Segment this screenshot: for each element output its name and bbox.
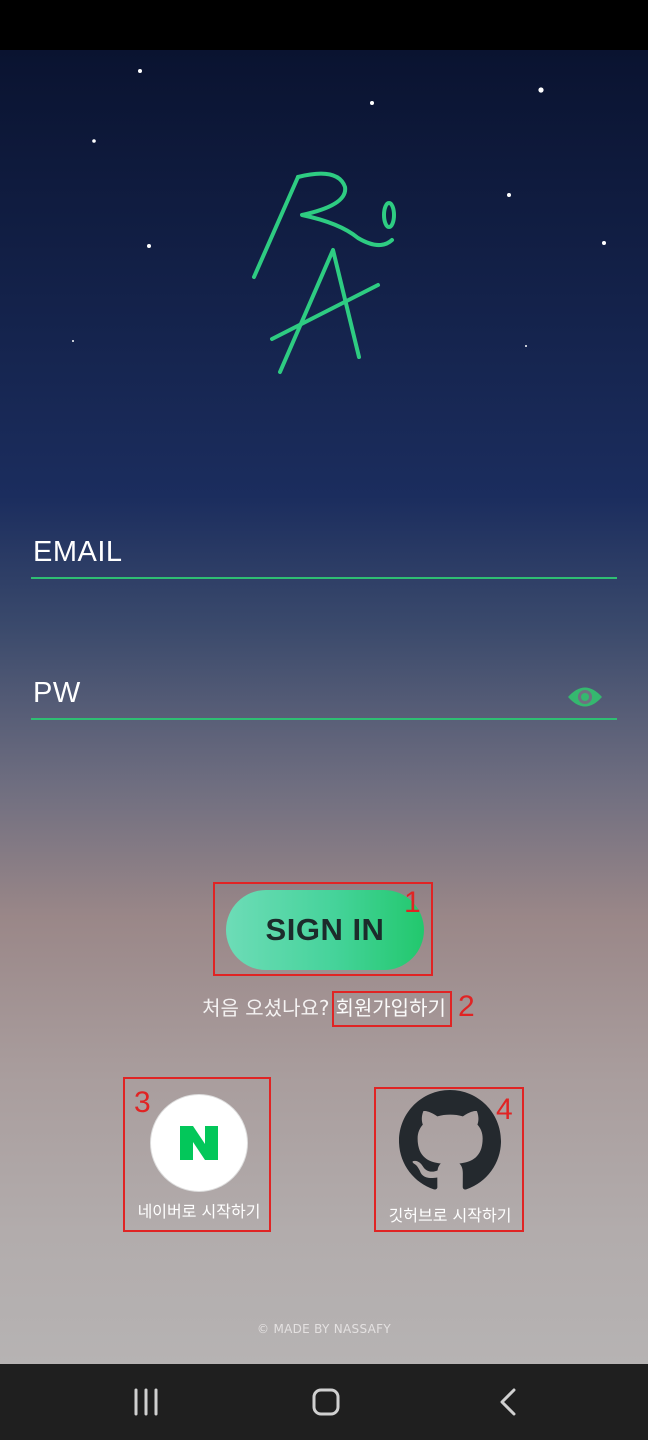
email-label: EMAIL bbox=[33, 536, 123, 568]
email-field[interactable]: EMAIL bbox=[31, 530, 617, 579]
password-field[interactable]: PW bbox=[31, 670, 617, 720]
status-bar bbox=[0, 0, 648, 50]
signup-row: 처음 오셨나요? 회원가입하기 bbox=[0, 992, 648, 1021]
footer-credit: © MADE BY NASSAFY bbox=[257, 1322, 391, 1336]
recent-apps-icon[interactable] bbox=[126, 1382, 166, 1422]
annotation-number-1: 1 bbox=[404, 886, 421, 919]
logo-icon bbox=[252, 171, 396, 374]
eye-icon[interactable] bbox=[567, 684, 603, 710]
login-screen: EMAIL PW SIGN IN 처음 오셨나요? 회원가입하기 네이버로 시작하… bbox=[0, 50, 648, 1364]
signup-question: 처음 오셨나요? bbox=[202, 996, 330, 1020]
annotation-number-4: 4 bbox=[496, 1093, 513, 1126]
password-label: PW bbox=[33, 677, 81, 709]
back-icon[interactable] bbox=[488, 1382, 528, 1422]
annotation-box-2 bbox=[332, 991, 452, 1027]
annotation-box-1 bbox=[213, 882, 433, 976]
annotation-number-3: 3 bbox=[134, 1086, 151, 1119]
home-icon[interactable] bbox=[306, 1382, 346, 1422]
annotation-number-2: 2 bbox=[458, 990, 475, 1023]
navigation-bar bbox=[0, 1364, 648, 1440]
